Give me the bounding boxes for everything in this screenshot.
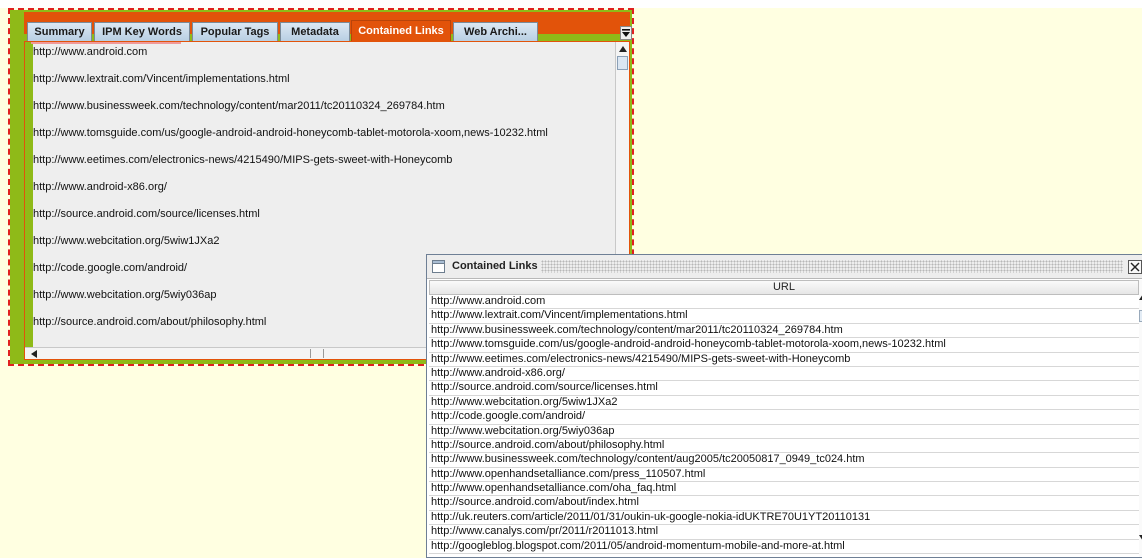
table-row[interactable]: http://code.google.com/android/ xyxy=(429,410,1139,425)
table-row[interactable]: http://www.canalys.com/pr/2011/r2011013.… xyxy=(429,525,1139,540)
window-titlebar[interactable]: Contained Links xyxy=(427,255,1142,279)
table-row[interactable]: http://www.businessweek.com/technology/c… xyxy=(429,453,1139,468)
table-row[interactable]: http://source.android.com/source/license… xyxy=(429,381,1139,396)
table-row[interactable]: http://source.android.com/about/philosop… xyxy=(429,439,1139,454)
table-row[interactable]: http://www.businessweek.com/technology/c… xyxy=(429,324,1139,339)
url-table-body: http://www.android.com http://www.lextrai… xyxy=(429,295,1139,555)
close-button[interactable] xyxy=(1128,260,1142,274)
table-row[interactable]: http://www.android-x86.org/ xyxy=(429,367,1139,382)
titlebar-grip xyxy=(541,260,1123,273)
window-icon xyxy=(432,260,445,273)
top-strip xyxy=(0,0,1142,8)
table-row[interactable]: http://www.android.com xyxy=(429,295,1139,310)
window-title: Contained Links xyxy=(452,260,538,272)
table-row[interactable]: http://www.webcitation.org/5wiw1JXa2 xyxy=(429,396,1139,411)
table-row[interactable]: http://www.openhandsetalliance.com/oha_f… xyxy=(429,482,1139,497)
table-row[interactable]: http://www.webcitation.org/5wiy036ap xyxy=(429,425,1139,439)
table-row[interactable]: http://uk.reuters.com/article/2011/01/31… xyxy=(429,511,1139,526)
table-row[interactable]: http://www.eetimes.com/electronics-news/… xyxy=(429,353,1139,367)
table-row[interactable]: http://googleblog.blogspot.com/2011/05/a… xyxy=(429,540,1139,555)
table-row[interactable]: http://www.openhandsetalliance.com/press… xyxy=(429,468,1139,483)
table-row[interactable]: http://www.tomsguide.com/us/google-andro… xyxy=(429,338,1139,353)
table-row[interactable]: http://source.android.com/about/index.ht… xyxy=(429,496,1139,511)
close-icon xyxy=(1130,262,1140,272)
url-column-header[interactable]: URL xyxy=(429,280,1139,295)
table-row[interactable]: http://www.lextrait.com/Vincent/implemen… xyxy=(429,309,1139,324)
contained-links-window: Contained Links URL http://www.android.c… xyxy=(426,254,1142,558)
